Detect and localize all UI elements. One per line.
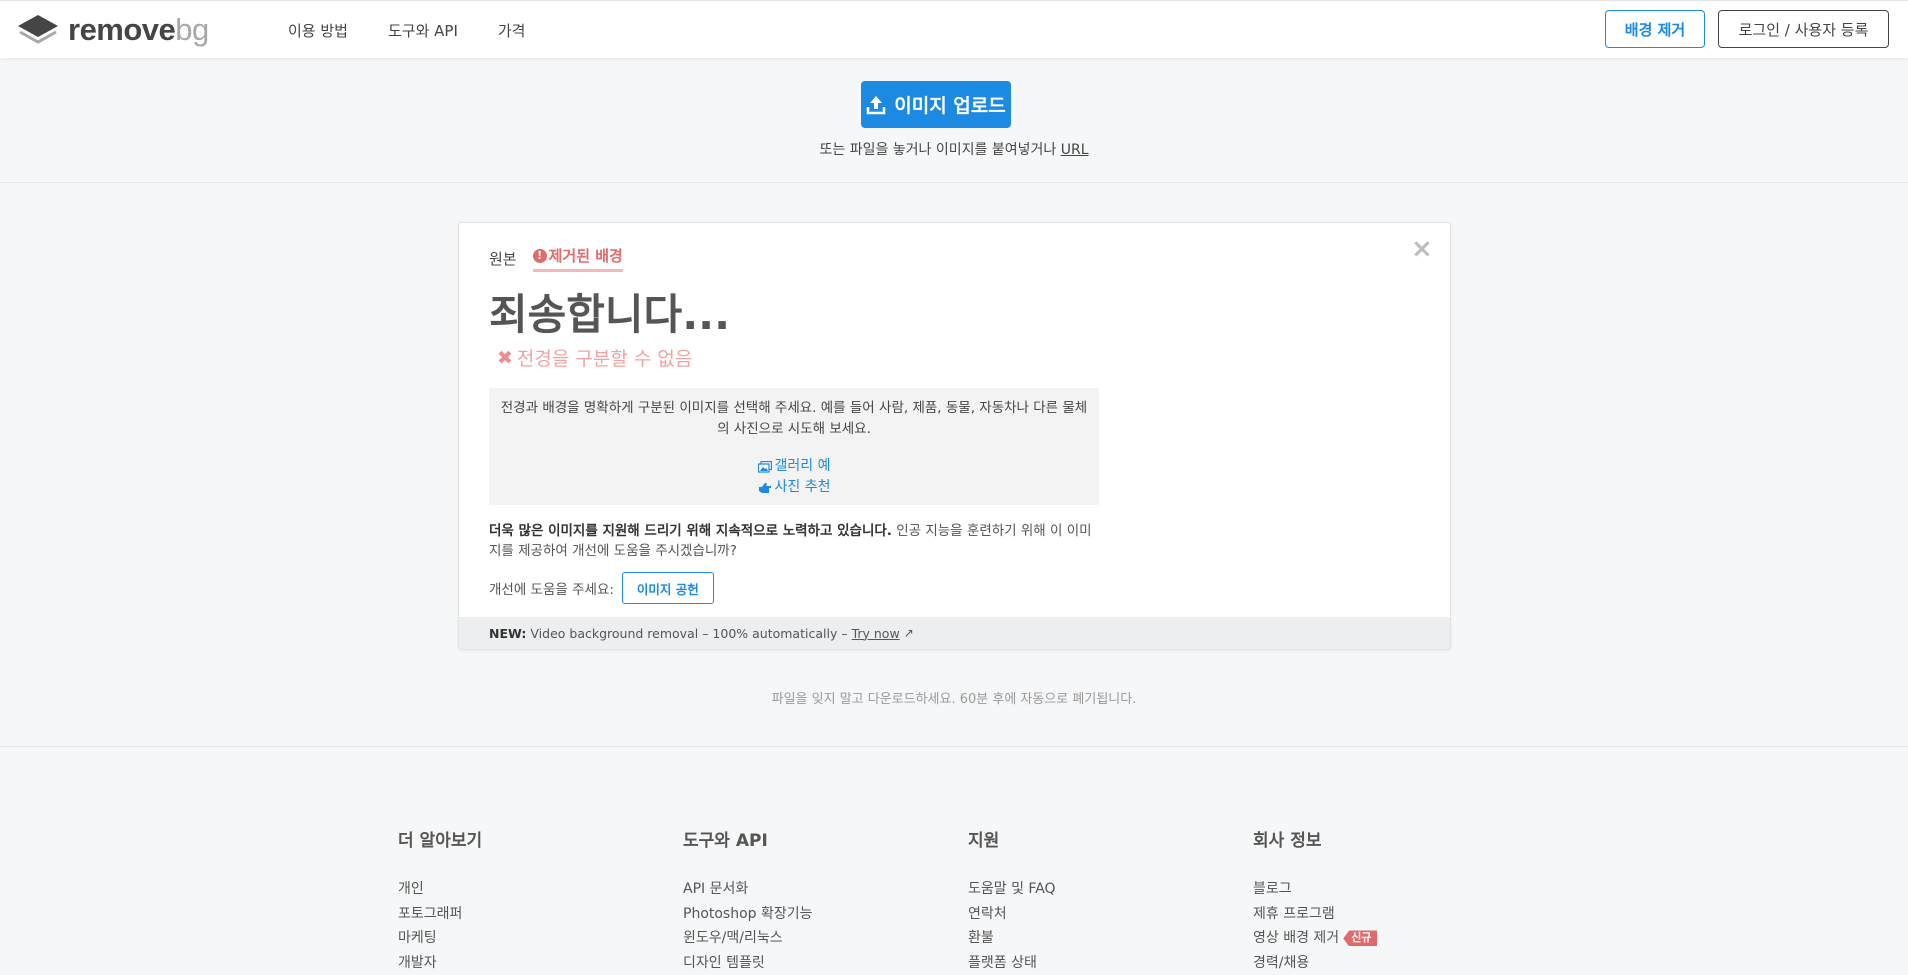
footer-col-support: 지원 도움말 및 FAQ 연락처 환불 플랫폼 상태 — [968, 826, 1248, 975]
try-now-link[interactable]: Try now — [852, 626, 900, 641]
footer-link[interactable]: 디자인 템플릿 — [683, 951, 963, 975]
contribute-text: 더욱 많은 이미지를 지원해 드리기 위해 지속적으로 노력하고 있습니다. 인… — [489, 521, 1099, 561]
hand-point-icon — [758, 482, 771, 493]
upload-button-label: 이미지 업로드 — [894, 95, 1006, 117]
donate-label: 개선에 도움을 주세요: — [489, 582, 614, 598]
new-badge: 신규 — [1343, 930, 1378, 947]
nav-how-to-use[interactable]: 이용 방법 — [288, 20, 348, 41]
footer-col-title: 더 알아보기 — [398, 831, 483, 851]
removebg-logo[interactable]: removebg — [18, 12, 209, 47]
footer-link[interactable]: 개발자 — [398, 951, 678, 975]
gallery-examples-link[interactable]: 갤러리 예 — [489, 456, 1099, 477]
contribute-bold: 더욱 많은 이미지를 지원해 드리기 위해 지속적으로 노력하고 있습니다. — [489, 523, 892, 539]
nav-tools-api[interactable]: 도구와 API — [388, 20, 458, 41]
footer-col-company: 회사 정보 블로그 제휴 프로그램 영상 배경 제거 신규 경력/채용 — [1253, 826, 1533, 975]
footer-link[interactable]: 개인 — [398, 877, 678, 902]
footer-link[interactable]: 환불 — [968, 926, 1248, 951]
error-text: 전경을 구분할 수 없음 — [516, 348, 693, 370]
remove-background-button[interactable]: 배경 제거 — [1605, 10, 1705, 48]
footer-link[interactable]: 제휴 프로그램 — [1253, 902, 1533, 927]
footer-link[interactable]: 연락처 — [968, 902, 1248, 927]
footer-col-title: 도구와 API — [683, 831, 768, 851]
footer-link[interactable]: 경력/채용 — [1253, 951, 1533, 975]
logo-wordmark: removebg — [68, 12, 209, 47]
footer-link-label: 영상 배경 제거 — [1253, 930, 1340, 947]
error-x-icon: ✖ — [497, 346, 513, 369]
tab-removed-label: 제거된 배경 — [548, 247, 623, 265]
footer-link[interactable]: 포토그래퍼 — [398, 902, 678, 927]
donate-row: 개선에 도움을 주세요: 이미지 공헌 — [489, 572, 714, 604]
contribute-image-button[interactable]: 이미지 공헌 — [621, 572, 714, 604]
top-navigation-bar: removebg 이용 방법 도구와 API 가격 배경 제거 로그인 / 사용… — [0, 0, 1908, 58]
footer-link-video[interactable]: 영상 배경 제거 신규 — [1253, 926, 1533, 951]
external-link-icon: ↗ — [903, 626, 914, 640]
nav-pricing[interactable]: 가격 — [498, 20, 526, 41]
footer-link[interactable]: 플랫폼 상태 — [968, 951, 1248, 975]
promo-text: Video background removal – 100% automati… — [530, 625, 848, 641]
error-message: ✖ 전경을 구분할 수 없음 — [497, 344, 692, 371]
footer-col-learn: 더 알아보기 개인 포토그래퍼 마케팅 개발자 — [398, 826, 678, 975]
footer-divider — [0, 746, 1908, 747]
upload-hint-text: 또는 파일을 놓거나 이미지를 붙여넣거나 — [819, 142, 1057, 158]
paste-url-link[interactable]: URL — [1061, 142, 1089, 158]
footer-col-title: 회사 정보 — [1253, 831, 1322, 851]
suggestion-box: 전경과 배경을 명확하게 구분된 이미지를 선택해 주세요. 예를 들어 사람,… — [489, 388, 1099, 505]
footer-link[interactable]: 마케팅 — [398, 926, 678, 951]
footer-link[interactable]: Photoshop 확장기능 — [683, 902, 963, 927]
suggestion-links: 갤러리 예 사진 추천 — [489, 456, 1099, 498]
footer-link[interactable]: API 문서화 — [683, 877, 963, 902]
gallery-link-label: 갤러리 예 — [774, 458, 831, 474]
video-promo-bar: NEW: Video background removal – 100% aut… — [459, 617, 1450, 649]
upload-hint: 또는 파일을 놓거나 이미지를 붙여넣거나 URL — [0, 139, 1908, 159]
upload-image-button[interactable]: 이미지 업로드 — [861, 81, 1011, 128]
promo-new-label: NEW: — [489, 625, 527, 641]
warning-icon: ! — [532, 248, 547, 263]
close-icon[interactable]: × — [1411, 234, 1433, 264]
upload-section: 이미지 업로드 또는 파일을 놓거나 이미지를 붙여넣거나 URL — [0, 58, 1908, 183]
recommend-photo-link[interactable]: 사진 추천 — [489, 477, 1099, 498]
footer-col-title: 지원 — [968, 831, 1000, 851]
tab-original[interactable]: 원본 — [489, 248, 517, 269]
footer-link[interactable]: 윈도우/맥/리눅스 — [683, 926, 963, 951]
footer-col-tools: 도구와 API API 문서화 Photoshop 확장기능 윈도우/맥/리눅스… — [683, 826, 963, 975]
logo-icon — [18, 15, 58, 44]
suggestion-text: 전경과 배경을 명확하게 구분된 이미지를 선택해 주세요. 예를 들어 사람,… — [500, 400, 1088, 437]
upload-icon — [867, 95, 886, 114]
tab-removed-background[interactable]: ! 제거된 배경 — [532, 245, 623, 272]
result-card: 원본 ! 제거된 배경 × 죄송합니다... ✖ 전경을 구분할 수 없음 전경… — [458, 222, 1451, 650]
main-nav: 이용 방법 도구와 API 가격 — [288, 20, 565, 41]
footer-link[interactable]: 도움말 및 FAQ — [968, 877, 1248, 902]
footer-link[interactable]: 블로그 — [1253, 877, 1533, 902]
error-heading: 죄송합니다... — [489, 290, 731, 339]
login-signup-button[interactable]: 로그인 / 사용자 등록 — [1718, 10, 1889, 48]
download-reminder: 파일을 잊지 말고 다운로드하세요. 60분 후에 자동으로 폐기됩니다. — [771, 692, 1137, 707]
result-tabs: 원본 ! 제거된 배경 — [489, 245, 623, 272]
recommend-link-label: 사진 추천 — [774, 479, 831, 495]
images-icon — [757, 460, 772, 473]
